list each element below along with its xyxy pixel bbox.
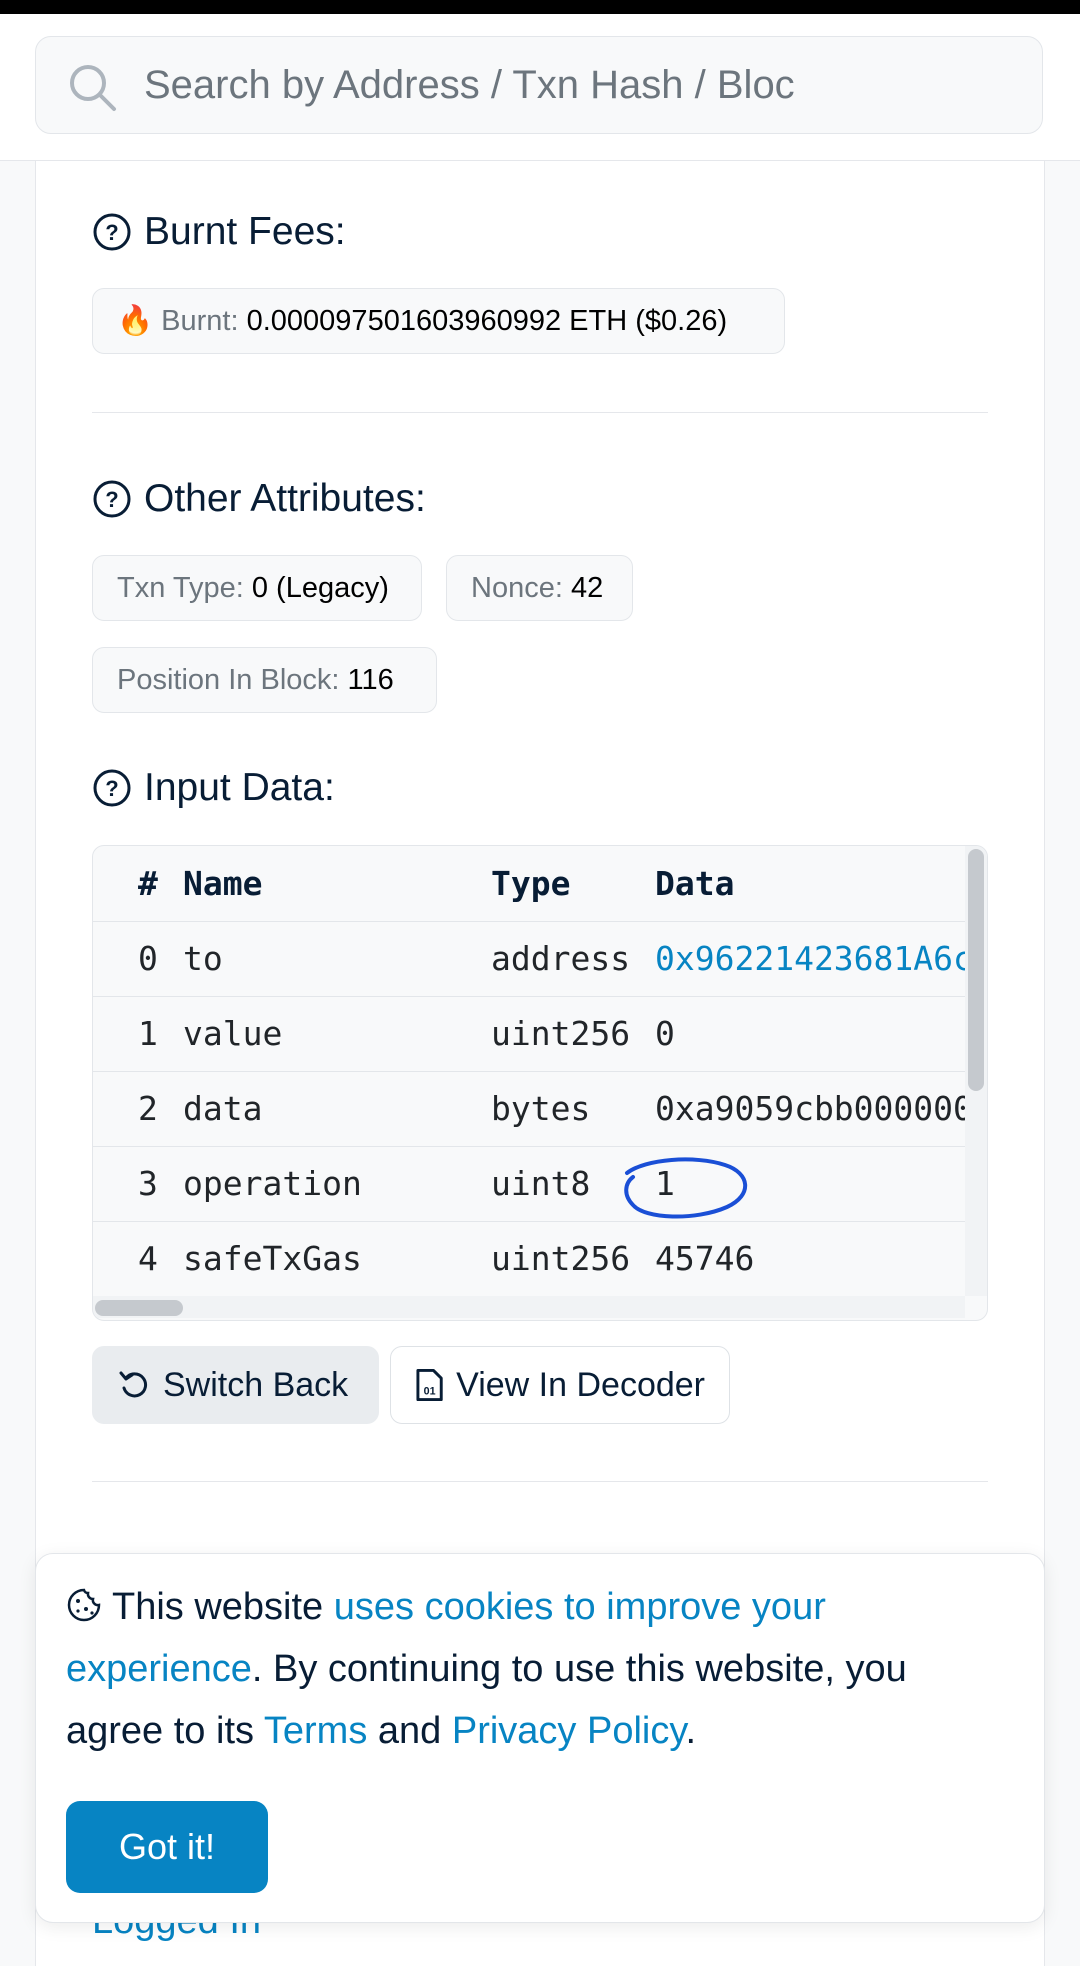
address-link[interactable]: 0x96221423681A6c: [655, 921, 965, 996]
view-in-decoder-button[interactable]: 01 View In Decoder: [390, 1346, 730, 1424]
svg-text:?: ?: [105, 776, 118, 801]
position-in-block-badge: Position In Block: 116: [92, 647, 437, 713]
question-circle-icon[interactable]: ?: [92, 479, 132, 519]
txn-type-badge: Txn Type: 0 (Legacy): [92, 555, 422, 621]
question-circle-icon[interactable]: ?: [92, 768, 132, 808]
undo-icon: [119, 1371, 148, 1398]
table-row: 2 data bytes 0xa9059cbb0000000: [93, 1071, 965, 1147]
table-row: 4 safeTxGas uint256 45746: [93, 1221, 965, 1297]
other-attributes-heading: ? Other Attributes:: [92, 477, 426, 521]
cookie-message: This website uses cookies to improve you…: [66, 1586, 907, 1752]
switch-back-button[interactable]: Switch Back: [92, 1346, 379, 1424]
svg-text:01: 01: [424, 1386, 436, 1398]
cookie-icon: [67, 1588, 101, 1622]
privacy-policy-link[interactable]: Privacy Policy: [452, 1710, 686, 1752]
terms-link[interactable]: Terms: [264, 1710, 367, 1752]
search-box[interactable]: Search by Address / Txn Hash / Bloc: [35, 36, 1043, 134]
burnt-fees-badge: 🔥 Burnt: 0.000097501603960992 ETH ($0.26…: [92, 288, 785, 354]
svg-text:?: ?: [105, 220, 118, 245]
divider: [92, 1481, 988, 1482]
status-bar: [0, 0, 1080, 14]
table-header: # Name Type Data: [93, 846, 965, 922]
fire-icon: 🔥: [117, 305, 154, 337]
annotation-circle: [624, 1157, 748, 1219]
table-row: 1 value uint256 0: [93, 996, 965, 1072]
nonce-badge: Nonce: 42: [446, 555, 633, 621]
binary-file-icon: 01: [416, 1368, 443, 1402]
scrollbar-thumb[interactable]: [968, 849, 984, 1091]
table-row: 3 operation uint8 1: [93, 1146, 965, 1222]
horizontal-scrollbar[interactable]: [93, 1296, 965, 1318]
scrollbar-thumb[interactable]: [95, 1300, 183, 1316]
vertical-scrollbar[interactable]: [965, 846, 987, 1296]
svg-text:?: ?: [105, 487, 118, 512]
cookie-banner: This website uses cookies to improve you…: [35, 1553, 1045, 1923]
burnt-fees-heading: ? Burnt Fees:: [92, 210, 346, 254]
divider: [92, 412, 988, 413]
got-it-button[interactable]: Got it!: [66, 1801, 268, 1893]
input-data-heading: ? Input Data:: [92, 766, 335, 810]
search-input[interactable]: Search by Address / Txn Hash / Bloc: [144, 37, 856, 135]
header: Search by Address / Txn Hash / Bloc: [0, 14, 1080, 161]
table-row: 0 to address 0x96221423681A6c: [93, 921, 965, 997]
search-icon: [70, 65, 116, 111]
question-circle-icon[interactable]: ?: [92, 212, 132, 252]
input-data-table[interactable]: # Name Type Data 0 to address 0x96221423…: [92, 845, 988, 1321]
